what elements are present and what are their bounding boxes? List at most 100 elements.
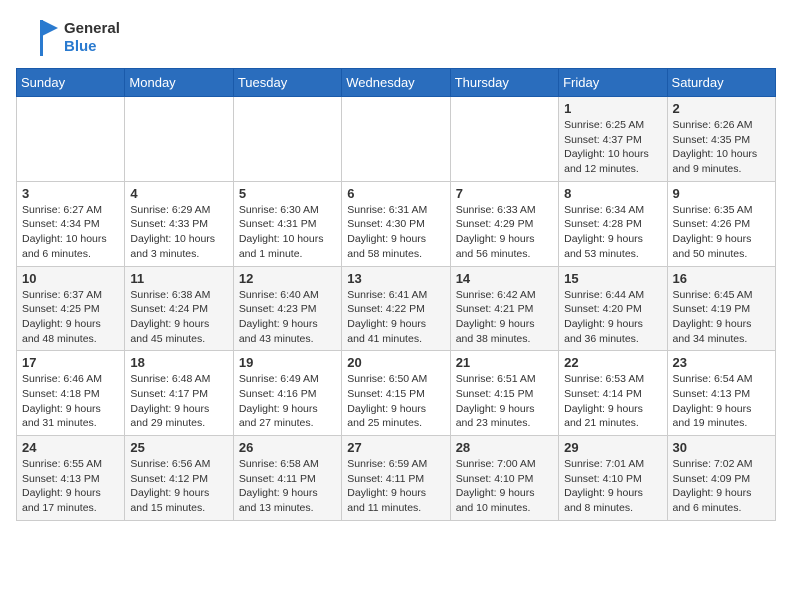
calendar-cell: 29 Sunrise: 7:01 AM Sunset: 4:10 PM Dayli… (559, 436, 667, 521)
calendar-cell: 18 Sunrise: 6:48 AM Sunset: 4:17 PM Dayli… (125, 351, 233, 436)
weekday-header: Tuesday (233, 69, 341, 97)
day-number: 4 (130, 186, 227, 201)
day-number: 14 (456, 271, 553, 286)
day-info: Sunrise: 6:27 AM Sunset: 4:34 PM Dayligh… (22, 203, 119, 262)
day-info: Sunrise: 6:29 AM Sunset: 4:33 PM Dayligh… (130, 203, 227, 262)
calendar-cell: 10Sunrise: 6:37 AM Sunset: 4:25 PM Dayli… (17, 266, 125, 351)
calendar-cell (342, 97, 450, 182)
calendar-cell: 27Sunrise: 6:59 AM Sunset: 4:11 PM Dayli… (342, 436, 450, 521)
calendar-cell: 24 Sunrise: 6:55 AM Sunset: 4:13 PM Dayli… (17, 436, 125, 521)
day-number: 28 (456, 440, 553, 455)
day-info: Sunrise: 6:34 AM Sunset: 4:28 PM Dayligh… (564, 203, 661, 262)
logo-line1: General (64, 20, 120, 38)
day-info: Sunrise: 6:48 AM Sunset: 4:17 PM Dayligh… (130, 372, 227, 431)
day-number: 15 (564, 271, 661, 286)
day-number: 20 (347, 355, 444, 370)
calendar-cell: 14 Sunrise: 6:42 AM Sunset: 4:21 PM Dayli… (450, 266, 558, 351)
day-number: 6 (347, 186, 444, 201)
day-number: 7 (456, 186, 553, 201)
calendar-cell: 3 Sunrise: 6:27 AM Sunset: 4:34 PM Daylig… (17, 181, 125, 266)
day-info: Sunrise: 6:46 AM Sunset: 4:18 PM Dayligh… (22, 372, 119, 431)
day-number: 25 (130, 440, 227, 455)
day-number: 29 (564, 440, 661, 455)
day-number: 26 (239, 440, 336, 455)
calendar-cell (17, 97, 125, 182)
calendar-cell: 4 Sunrise: 6:29 AM Sunset: 4:33 PM Daylig… (125, 181, 233, 266)
weekday-header: Sunday (17, 69, 125, 97)
day-number: 3 (22, 186, 119, 201)
calendar-cell: 12 Sunrise: 6:40 AM Sunset: 4:23 PM Dayli… (233, 266, 341, 351)
weekday-header: Wednesday (342, 69, 450, 97)
weekday-header: Monday (125, 69, 233, 97)
day-info: Sunrise: 6:54 AM Sunset: 4:13 PM Dayligh… (673, 372, 770, 431)
day-number: 12 (239, 271, 336, 286)
day-info: Sunrise: 6:41 AM Sunset: 4:22 PM Dayligh… (347, 288, 444, 347)
day-info: Sunrise: 6:49 AM Sunset: 4:16 PM Dayligh… (239, 372, 336, 431)
day-info: Sunrise: 6:30 AM Sunset: 4:31 PM Dayligh… (239, 203, 336, 262)
day-info: Sunrise: 7:01 AM Sunset: 4:10 PM Dayligh… (564, 457, 661, 516)
day-info: Sunrise: 6:35 AM Sunset: 4:26 PM Dayligh… (673, 203, 770, 262)
calendar-cell: 6 Sunrise: 6:31 AM Sunset: 4:30 PM Daylig… (342, 181, 450, 266)
calendar-cell: 7 Sunrise: 6:33 AM Sunset: 4:29 PM Daylig… (450, 181, 558, 266)
day-info: Sunrise: 6:38 AM Sunset: 4:24 PM Dayligh… (130, 288, 227, 347)
day-info: Sunrise: 6:37 AM Sunset: 4:25 PM Dayligh… (22, 288, 119, 347)
logo-line2: Blue (64, 38, 120, 56)
calendar-week-row: 17 Sunrise: 6:46 AM Sunset: 4:18 PM Dayli… (17, 351, 776, 436)
day-info: Sunrise: 6:53 AM Sunset: 4:14 PM Dayligh… (564, 372, 661, 431)
day-info: Sunrise: 6:25 AM Sunset: 4:37 PM Dayligh… (564, 118, 661, 177)
day-info: Sunrise: 7:00 AM Sunset: 4:10 PM Dayligh… (456, 457, 553, 516)
day-info: Sunrise: 6:42 AM Sunset: 4:21 PM Dayligh… (456, 288, 553, 347)
day-info: Sunrise: 6:44 AM Sunset: 4:20 PM Dayligh… (564, 288, 661, 347)
calendar-cell (233, 97, 341, 182)
calendar-cell (125, 97, 233, 182)
calendar-cell: 15 Sunrise: 6:44 AM Sunset: 4:20 PM Dayli… (559, 266, 667, 351)
calendar-table: SundayMondayTuesdayWednesdayThursdayFrid… (16, 68, 776, 521)
calendar-cell: 11Sunrise: 6:38 AM Sunset: 4:24 PM Dayli… (125, 266, 233, 351)
calendar-cell: 30Sunrise: 7:02 AM Sunset: 4:09 PM Dayli… (667, 436, 775, 521)
calendar-cell: 8 Sunrise: 6:34 AM Sunset: 4:28 PM Daylig… (559, 181, 667, 266)
day-number: 22 (564, 355, 661, 370)
day-number: 17 (22, 355, 119, 370)
calendar-week-row: 24 Sunrise: 6:55 AM Sunset: 4:13 PM Dayli… (17, 436, 776, 521)
calendar-cell: 2 Sunrise: 6:26 AM Sunset: 4:35 PM Daylig… (667, 97, 775, 182)
day-number: 18 (130, 355, 227, 370)
day-number: 1 (564, 101, 661, 116)
calendar-cell: 25 Sunrise: 6:56 AM Sunset: 4:12 PM Dayli… (125, 436, 233, 521)
calendar-cell: 23Sunrise: 6:54 AM Sunset: 4:13 PM Dayli… (667, 351, 775, 436)
day-info: Sunrise: 6:55 AM Sunset: 4:13 PM Dayligh… (22, 457, 119, 516)
calendar-cell: 9Sunrise: 6:35 AM Sunset: 4:26 PM Daylig… (667, 181, 775, 266)
day-number: 16 (673, 271, 770, 286)
day-number: 24 (22, 440, 119, 455)
weekday-header: Saturday (667, 69, 775, 97)
calendar-cell: 17 Sunrise: 6:46 AM Sunset: 4:18 PM Dayli… (17, 351, 125, 436)
calendar-cell: 19Sunrise: 6:49 AM Sunset: 4:16 PM Dayli… (233, 351, 341, 436)
weekday-header: Thursday (450, 69, 558, 97)
day-number: 2 (673, 101, 770, 116)
day-info: Sunrise: 6:58 AM Sunset: 4:11 PM Dayligh… (239, 457, 336, 516)
calendar-week-row: 10Sunrise: 6:37 AM Sunset: 4:25 PM Dayli… (17, 266, 776, 351)
day-info: Sunrise: 6:40 AM Sunset: 4:23 PM Dayligh… (239, 288, 336, 347)
day-info: Sunrise: 6:33 AM Sunset: 4:29 PM Dayligh… (456, 203, 553, 262)
day-info: Sunrise: 6:56 AM Sunset: 4:12 PM Dayligh… (130, 457, 227, 516)
calendar-cell: 21Sunrise: 6:51 AM Sunset: 4:15 PM Dayli… (450, 351, 558, 436)
day-number: 5 (239, 186, 336, 201)
calendar-cell (450, 97, 558, 182)
day-info: Sunrise: 6:45 AM Sunset: 4:19 PM Dayligh… (673, 288, 770, 347)
calendar-cell: 26 Sunrise: 6:58 AM Sunset: 4:11 PM Dayli… (233, 436, 341, 521)
day-number: 13 (347, 271, 444, 286)
calendar-cell: 28 Sunrise: 7:00 AM Sunset: 4:10 PM Dayli… (450, 436, 558, 521)
page-header: GeneralBlue (16, 16, 776, 60)
day-info: Sunrise: 6:31 AM Sunset: 4:30 PM Dayligh… (347, 203, 444, 262)
day-info: Sunrise: 6:50 AM Sunset: 4:15 PM Dayligh… (347, 372, 444, 431)
day-info: Sunrise: 6:59 AM Sunset: 4:11 PM Dayligh… (347, 457, 444, 516)
logo: GeneralBlue (16, 16, 120, 60)
calendar-cell: 20 Sunrise: 6:50 AM Sunset: 4:15 PM Dayli… (342, 351, 450, 436)
calendar-cell: 1 Sunrise: 6:25 AM Sunset: 4:37 PM Daylig… (559, 97, 667, 182)
calendar-week-row: 1 Sunrise: 6:25 AM Sunset: 4:37 PM Daylig… (17, 97, 776, 182)
day-number: 30 (673, 440, 770, 455)
calendar-week-row: 3 Sunrise: 6:27 AM Sunset: 4:34 PM Daylig… (17, 181, 776, 266)
calendar-cell: 22 Sunrise: 6:53 AM Sunset: 4:14 PM Dayli… (559, 351, 667, 436)
logo-svg (16, 16, 60, 60)
day-number: 8 (564, 186, 661, 201)
day-info: Sunrise: 6:26 AM Sunset: 4:35 PM Dayligh… (673, 118, 770, 177)
